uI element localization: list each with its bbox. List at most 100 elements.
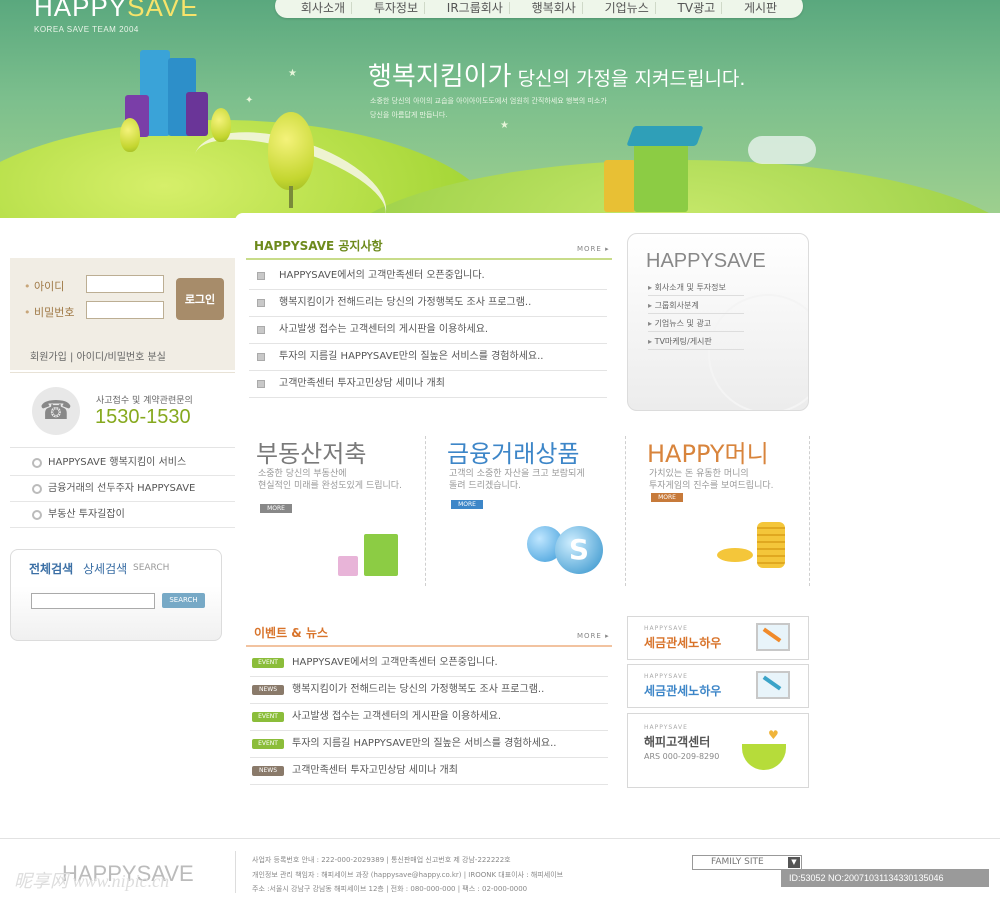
company-info-link[interactable]: 기업뉴스 및 광고 (648, 318, 744, 332)
nav-item[interactable]: IR그룹회사 (441, 2, 510, 14)
event-item-text: 행복지킴이가 전해드리는 당신의 가정행복도 조사 프로그램.. (292, 684, 545, 695)
service-link[interactable]: 부동산 투자길잡이 (10, 502, 235, 528)
event-item[interactable]: EVENT 사고발생 접수는 고객센터의 게시판을 이용하세요. (250, 704, 608, 731)
account-links[interactable]: 회원가입 | 아이디/비밀번호 분실 (30, 348, 166, 363)
event-item[interactable]: NEWS 고객만족센터 투자고민상담 세미나 개최 (250, 758, 608, 785)
company-info-box: HAPPYSAVE 회사소개 및 투자정보 그룹회사분계 기업뉴스 및 광고 T… (627, 233, 809, 411)
product-card-money[interactable]: HAPPY머니 가치있는 돈 유동한 머니의 투자게임의 진수를 보여드립니다. … (647, 434, 807, 584)
customer-center-banner[interactable]: HAPPYSAVE 해피고객센터 ARS 000-209-8290 ♥ (627, 713, 809, 788)
divider (809, 436, 810, 586)
events-more-link[interactable]: MORE (577, 632, 610, 640)
search-button[interactable]: SEARCH (162, 593, 205, 608)
circle-bullet-icon (32, 484, 42, 494)
cloud-icon (748, 136, 816, 164)
notice-item[interactable]: 행복지킴이가 전해드리는 당신의 가정행복도 조사 프로그램.. (249, 290, 607, 317)
company-info-link[interactable]: TV마케팅/게시판 (648, 336, 744, 350)
event-item-text: HAPPYSAVE에서의 고객만족센터 오픈중입니다. (292, 657, 498, 668)
brand-logo[interactable]: HAPPYSAVE (34, 0, 199, 23)
hero-description: 소중한 당신의 아이의 교습을 아이아이도도에서 엄원히 간직하세요 행복의 미… (370, 97, 607, 105)
id-label: 아이디 (24, 278, 64, 294)
square-bullet-icon (257, 272, 265, 280)
banner-caption: HAPPYSAVE (644, 625, 688, 632)
password-input[interactable] (86, 301, 164, 319)
banner-caption: HAPPYSAVE (644, 724, 688, 731)
tree-icon (211, 108, 231, 142)
product-card-finance[interactable]: 금융거래상품 고객의 소중한 자산을 크고 보람되게 돌려 드리겠습니다. MOR… (447, 434, 617, 584)
nav-item[interactable]: 투자정보 (368, 2, 426, 14)
circle-bullet-icon (32, 458, 42, 468)
notice-item[interactable]: HAPPYSAVE에서의 고객만족센터 오픈중입니다. (249, 263, 607, 290)
search-box: 전체검색 상세검색 SEARCH SEARCH (10, 549, 222, 641)
star-icon: ★ (288, 68, 297, 79)
footer-info: 개인정보 관리 책임자 : 해피세이브 과장 (happysave@happy.… (252, 871, 564, 879)
search-input[interactable] (31, 593, 155, 609)
notice-item-text: HAPPYSAVE에서의 고객만족센터 오픈중입니다. (279, 270, 485, 281)
house-roof (626, 126, 704, 146)
event-item-text: 사고발생 접수는 고객센터의 게시판을 이용하세요. (292, 711, 502, 722)
building-icon (186, 92, 208, 136)
tax-banner[interactable]: HAPPYSAVE 세금관세노하우 (627, 616, 809, 660)
company-info-link[interactable]: 회사소개 및 투자정보 (648, 282, 744, 296)
family-site-select[interactable]: FAMILY SITE ▼ (692, 855, 802, 870)
nav-item[interactable]: 행복회사 (526, 2, 583, 14)
password-label: 비밀번호 (24, 304, 74, 320)
company-info-link[interactable]: 그룹회사분계 (648, 300, 744, 314)
contact-box: ☎ 사고접수 및 계약관련문의 1530-1530 (10, 372, 235, 448)
hero-banner: ★ ★ ✦ HAPPYSAVE KOREA SAVE TEAM 2004 회사소… (0, 0, 1000, 218)
monitor-chart-icon (756, 671, 790, 699)
image-id-badge: ID:53052 NO:20071031134330135046 (781, 869, 989, 887)
product-more-button[interactable]: MORE (651, 493, 683, 502)
footer: HAPPYSAVE 昵享网 www.nipic.cn 사업자 등록번호 안내 :… (0, 838, 1000, 897)
hero-description: 당신을 아름답게 만듭니다. (370, 111, 448, 119)
banner-title: 세금관세노하우 (644, 636, 722, 650)
notice-item-text: 고객만족센터 투자고민상담 세미나 개최 (279, 378, 445, 389)
notice-item[interactable]: 사고발생 접수는 고객센터의 게시판을 이용하세요. (249, 317, 607, 344)
gift-icon (338, 556, 358, 576)
dropdown-arrow-icon: ▼ (788, 857, 800, 868)
ars-number: ARS 000-209-8290 (644, 752, 720, 761)
notice-title: HAPPYSAVE 공지사항 (254, 239, 383, 253)
divider (625, 436, 626, 586)
service-link[interactable]: HAPPYSAVE 행복지킴이 서비스 (10, 450, 235, 476)
hero-title: 행복지킴이가 당신의 가정을 지켜드립니다. (368, 62, 746, 92)
banner-title: 해피고객센터 (644, 735, 711, 749)
square-bullet-icon (257, 299, 265, 307)
service-link[interactable]: 금융거래의 선두주자 HAPPYSAVE (10, 476, 235, 502)
nav-item[interactable]: 회사소개 (295, 2, 353, 14)
coins-icon (717, 548, 753, 562)
tax-banner[interactable]: HAPPYSAVE 세금관세노하우 (627, 664, 809, 708)
id-input[interactable] (86, 275, 164, 293)
monitor-chart-icon (756, 623, 790, 651)
star-icon: ✦ (245, 95, 254, 106)
company-info-title: HAPPYSAVE (646, 250, 766, 272)
product-more-button[interactable]: MORE (451, 500, 483, 509)
event-item-text: 투자의 지름길 HAPPYSAVE만의 질높은 서비스를 경험하세요.. (292, 738, 557, 749)
house-icon (604, 160, 636, 212)
nav-item[interactable]: TV광고 (672, 2, 723, 14)
family-site-label: FAMILY SITE (711, 857, 764, 867)
product-more-button[interactable]: MORE (260, 504, 292, 513)
product-description: 가치있는 돈 유동한 머니의 투자게임의 진수를 보여드립니다. (649, 469, 774, 491)
event-item[interactable]: EVENT HAPPYSAVE에서의 고객만족센터 오픈중입니다. (250, 650, 608, 677)
nav-item[interactable]: 게시판 (738, 2, 783, 14)
notice-divider (246, 258, 612, 260)
service-link-label: 부동산 투자길잡이 (48, 509, 125, 520)
notice-item[interactable]: 고객만족센터 투자고민상담 세미나 개최 (249, 371, 607, 398)
notice-more-link[interactable]: MORE (577, 245, 610, 253)
tab-search-detail[interactable]: 상세검색 (83, 560, 127, 577)
event-item[interactable]: EVENT 투자의 지름길 HAPPYSAVE만의 질높은 서비스를 경험하세요.… (250, 731, 608, 758)
square-bullet-icon (257, 380, 265, 388)
coffee-cup-icon (742, 744, 786, 770)
nav-item[interactable]: 기업뉴스 (599, 2, 656, 14)
event-item[interactable]: NEWS 행복지킴이가 전해드리는 당신의 가정행복도 조사 프로그램.. (250, 677, 608, 704)
footer-divider (235, 851, 236, 893)
star-icon: ★ (500, 120, 509, 131)
notice-item[interactable]: 투자의 지름길 HAPPYSAVE만의 질높은 서비스를 경험하세요.. (249, 344, 607, 371)
event-tag: EVENT (252, 658, 284, 668)
product-description: 소중한 당신의 부동산에 현실적인 미래를 완성도있게 드립니다. (258, 469, 402, 491)
service-link-label: 금융거래의 선두주자 HAPPYSAVE (48, 483, 196, 494)
tree-icon (268, 112, 314, 190)
product-card-realestate[interactable]: 부동산저축 소중한 당신의 부동산에 현실적인 미래를 완성도있게 드립니다. M… (256, 434, 416, 584)
login-button[interactable]: 로그인 (176, 278, 224, 320)
tab-search-all[interactable]: 전체검색 (29, 560, 73, 577)
